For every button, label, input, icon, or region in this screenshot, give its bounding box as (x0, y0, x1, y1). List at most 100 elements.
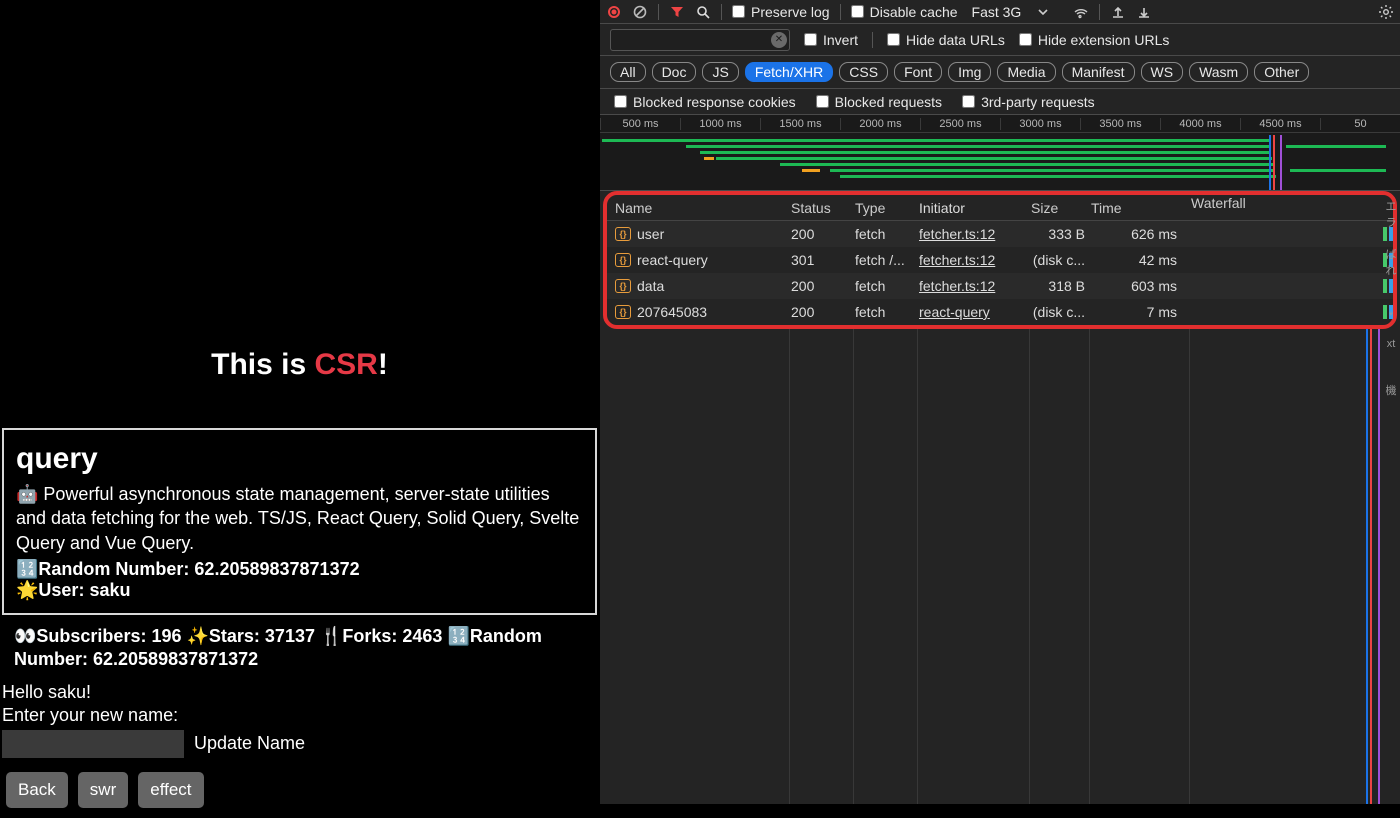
request-initiator[interactable]: fetcher.ts:12 (919, 252, 1031, 268)
info-description: 🤖 Powerful asynchronous state management… (16, 482, 583, 555)
request-initiator[interactable]: fetcher.ts:12 (919, 226, 1031, 242)
table-row[interactable]: {} 207645083 200fetchreact-query(disk c...… (607, 299, 1393, 325)
stats-line: 👀Subscribers: 196 ✨Stars: 37137 🍴Forks: … (0, 615, 599, 672)
blocked-requests-checkbox[interactable]: Blocked requests (816, 94, 942, 110)
request-name: 207645083 (637, 304, 707, 320)
request-status: 200 (791, 304, 855, 320)
title-post: ! (378, 348, 388, 381)
table-body: {}user200fetchfetcher.ts:12333 B626 ms{}… (607, 221, 1393, 325)
chip-fetch-xhr[interactable]: Fetch/XHR (745, 62, 833, 82)
column-gridlines (600, 329, 1190, 804)
chip-manifest[interactable]: Manifest (1062, 62, 1135, 82)
gear-icon[interactable] (1378, 4, 1394, 20)
chip-js[interactable]: JS (702, 62, 738, 82)
enter-name-label: Enter your new name: (0, 703, 599, 726)
request-initiator[interactable]: react-query (919, 304, 1031, 320)
download-icon[interactable] (1136, 4, 1152, 20)
chip-font[interactable]: Font (894, 62, 942, 82)
chip-media[interactable]: Media (997, 62, 1055, 82)
overview-timeline[interactable]: 500 ms1000 ms1500 ms2000 ms2500 ms3000 m… (600, 115, 1400, 191)
chip-img[interactable]: Img (948, 62, 991, 82)
disable-cache-checkbox[interactable]: Disable cache (851, 4, 958, 20)
request-name: data (637, 278, 664, 294)
request-name: user (637, 226, 664, 242)
load-line (1370, 329, 1372, 804)
request-status: 200 (791, 226, 855, 242)
timeline-bars (600, 135, 1400, 190)
hide-extension-urls-checkbox[interactable]: Hide extension URLs (1019, 32, 1170, 48)
update-name-label: Update Name (194, 733, 305, 754)
col-size[interactable]: Size (1031, 200, 1091, 216)
tick: 1500 ms (760, 118, 840, 130)
request-time: 603 ms (1091, 278, 1191, 294)
table-row[interactable]: {}user200fetchfetcher.ts:12333 B626 ms (607, 221, 1393, 247)
chip-other[interactable]: Other (1254, 62, 1309, 82)
col-type[interactable]: Type (855, 200, 919, 216)
col-initiator[interactable]: Initiator (919, 200, 1031, 216)
hide-data-urls-checkbox[interactable]: Hide data URLs (887, 32, 1005, 48)
tick: 2500 ms (920, 118, 1000, 130)
tick: 3500 ms (1080, 118, 1160, 130)
edge-annotation: エラばれ*xt機 (1382, 198, 1400, 398)
info-box: query 🤖 Powerful asynchronous state mana… (2, 428, 597, 615)
random-number-line: 🔢Random Number: 62.20589837871372 (16, 559, 583, 580)
throttle-select[interactable]: Fast 3G (972, 4, 1022, 20)
effect-button[interactable]: effect (138, 772, 203, 808)
third-party-requests-checkbox[interactable]: 3rd-party requests (962, 94, 1095, 110)
name-input[interactable] (2, 730, 184, 758)
request-name: react-query (637, 252, 708, 268)
info-heading: query (16, 442, 583, 476)
table-row[interactable]: {}data200fetchfetcher.ts:12318 B603 ms (607, 273, 1393, 299)
filter-input[interactable] (610, 29, 790, 51)
swr-button[interactable]: swr (78, 772, 128, 808)
record-icon[interactable] (606, 4, 622, 20)
back-button[interactable]: Back (6, 772, 68, 808)
request-type: fetch (855, 304, 919, 320)
request-type: fetch (855, 278, 919, 294)
search-icon[interactable] (695, 4, 711, 20)
wifi-icon[interactable] (1073, 4, 1089, 20)
resource-type-chips: All DocJS Fetch/XHR CSS Font Img Media Manifest… (600, 56, 1400, 89)
clear-filter-icon[interactable]: ✕ (771, 32, 787, 48)
chip-ws[interactable]: WS (1141, 62, 1184, 82)
chevron-down-icon[interactable] (1035, 4, 1051, 20)
json-icon: {} (615, 227, 631, 241)
request-initiator[interactable]: fetcher.ts:12 (919, 278, 1031, 294)
invert-checkbox[interactable]: Invert (804, 32, 858, 48)
col-time[interactable]: Time (1091, 200, 1191, 216)
nav-buttons: Back swr effect (0, 762, 599, 818)
chip-wasm[interactable]: Wasm (1189, 62, 1248, 82)
user-line: 🌟User: saku (16, 580, 583, 601)
toolbar: Preserve log Disable cache Fast 3G (600, 0, 1400, 24)
page-title: This is CSR! (0, 348, 599, 382)
request-size: (disk c... (1031, 304, 1091, 320)
request-status: 301 (791, 252, 855, 268)
tick: 1000 ms (680, 118, 760, 130)
filter-bar: ✕ Invert Hide data URLs Hide extension U… (600, 24, 1400, 56)
lcp-line (1378, 329, 1380, 804)
request-waterfall (1191, 273, 1393, 299)
json-icon: {} (615, 305, 631, 319)
chip-all[interactable]: All (610, 62, 646, 82)
filter-icon[interactable] (669, 4, 685, 20)
separator (658, 4, 659, 20)
upload-icon[interactable] (1110, 4, 1126, 20)
request-time: 7 ms (1091, 304, 1191, 320)
blocked-response-cookies-checkbox[interactable]: Blocked response cookies (614, 94, 796, 110)
dcl-line (1366, 329, 1368, 804)
inspected-page: This is CSR! query 🤖 Powerful asynchrono… (0, 0, 599, 804)
table-row[interactable]: {}react-query301fetch /...fetcher.ts:12(… (607, 247, 1393, 273)
chip-doc[interactable]: Doc (652, 62, 697, 82)
table-header: Name Status Type Initiator Size Time Wat… (607, 195, 1393, 221)
col-status[interactable]: Status (791, 200, 855, 216)
tick: 2000 ms (840, 118, 920, 130)
chip-css[interactable]: CSS (839, 62, 888, 82)
tick: 50 (1320, 118, 1400, 130)
request-size: (disk c... (1031, 252, 1091, 268)
col-waterfall[interactable]: Waterfall (1191, 195, 1393, 220)
clear-icon[interactable] (632, 4, 648, 20)
tick: 4000 ms (1160, 118, 1240, 130)
preserve-log-checkbox[interactable]: Preserve log (732, 4, 830, 20)
request-waterfall (1191, 299, 1393, 325)
col-name[interactable]: Name (611, 200, 791, 216)
